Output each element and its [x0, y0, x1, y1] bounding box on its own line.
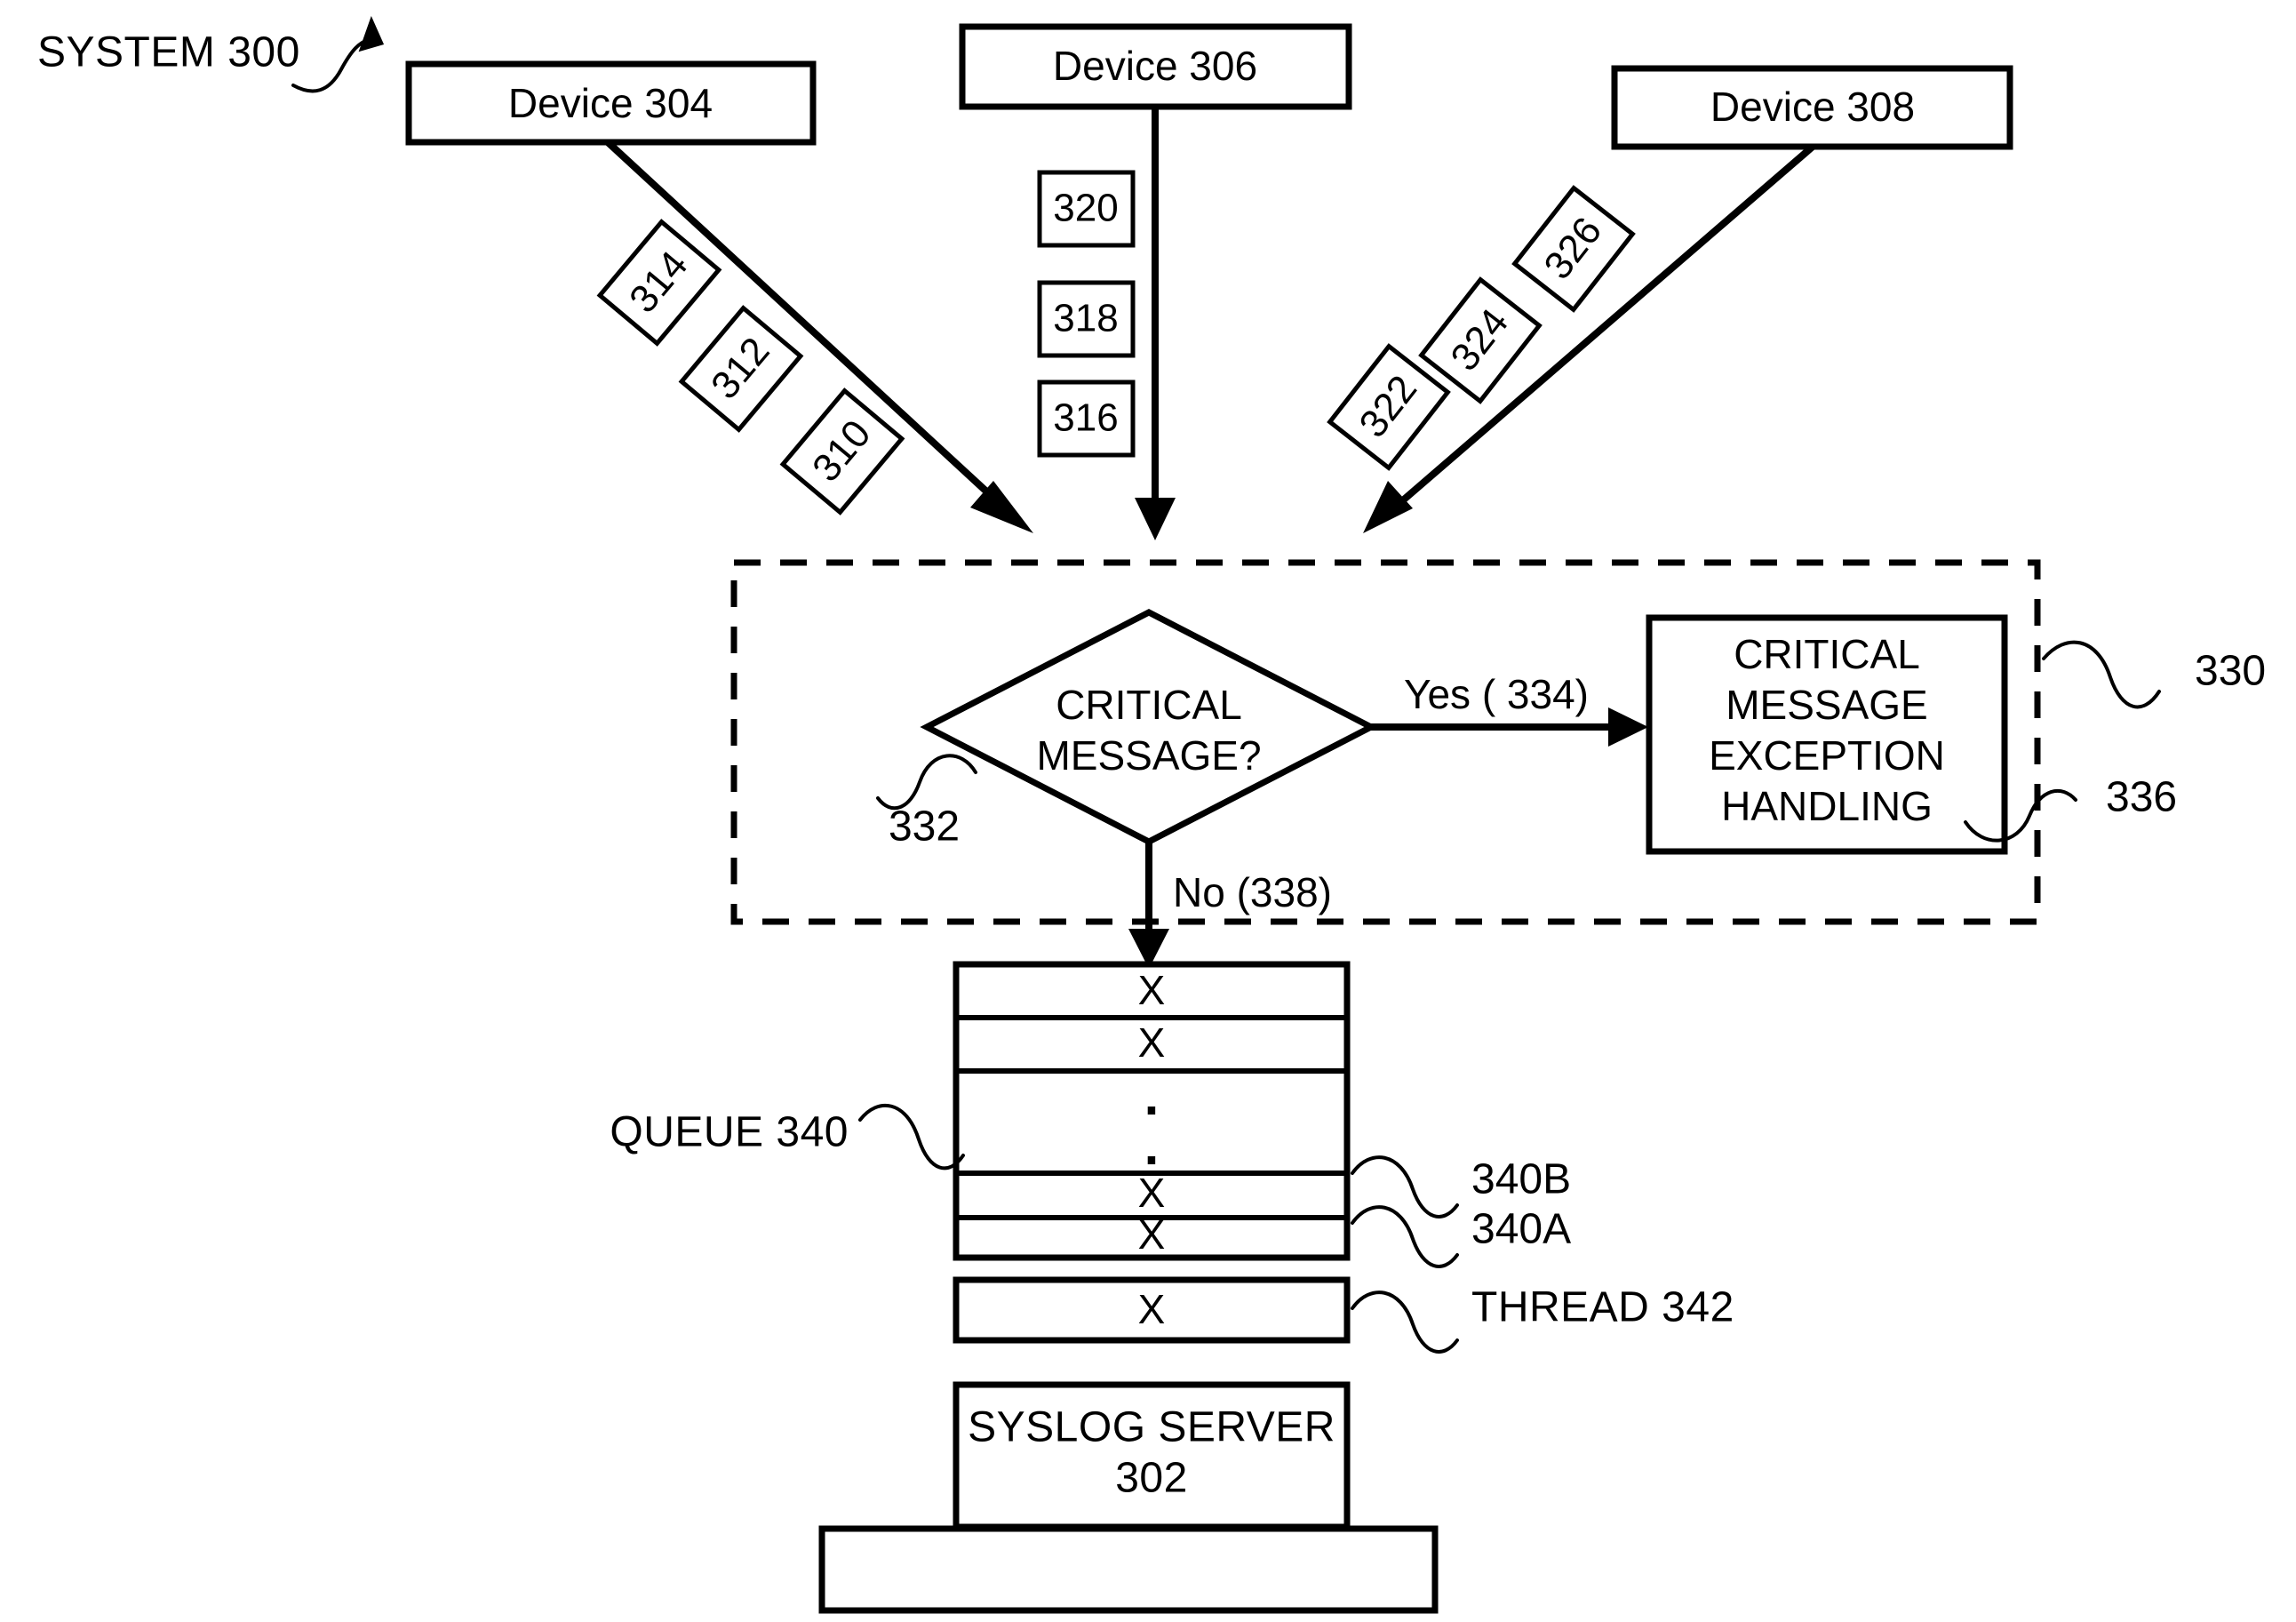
- ref-label-316: 316: [1037, 380, 1136, 458]
- base-plate-box: [818, 1525, 1439, 1614]
- ref-340B-text: 340B: [1471, 1156, 1571, 1203]
- yes-branch-label: Yes ( 334): [1404, 671, 1589, 717]
- base-plate: [818, 1525, 1439, 1614]
- arrow-device-308-head: [1363, 481, 1413, 533]
- ref-340A-text: 340A: [1471, 1206, 1571, 1253]
- ref-label-326: 326: [1511, 185, 1636, 313]
- device-308[interactable]: Device 308: [1611, 65, 2013, 150]
- queue-row-3-mark: X: [1138, 1170, 1166, 1216]
- critical-message-exception-handling[interactable]: CRITICAL MESSAGE EXCEPTION HANDLING: [1646, 614, 2008, 855]
- ref-332-leader: [876, 754, 977, 811]
- queue-row-1-mark: X: [1138, 1019, 1166, 1066]
- figure-canvas: SYSTEM 300 Device 304 Device 306 Device …: [0, 0, 2296, 1622]
- ref-thread-342-leader: [1351, 1290, 1459, 1354]
- title-leader-arrowhead: [358, 15, 385, 52]
- handler-line-2: MESSAGE: [1726, 682, 1928, 728]
- figure-title: SYSTEM 300: [37, 29, 300, 76]
- yes-branch-arrowhead: [1608, 707, 1648, 747]
- queue-label: QUEUE 340: [610, 1109, 849, 1156]
- ref-label-320-text: 320: [1053, 187, 1118, 230]
- handler-line-4: HANDLING: [1721, 783, 1933, 829]
- ref-label-314: 314: [596, 219, 722, 347]
- handler-line-1: CRITICAL: [1734, 631, 1920, 677]
- no-branch-label: No (338): [1173, 869, 1332, 915]
- system-300-diagram: SYSTEM 300 Device 304 Device 306 Device …: [37, 15, 2266, 1614]
- critical-message-decision[interactable]: CRITICAL MESSAGE?: [920, 609, 1378, 845]
- queue-row-0-mark: X: [1138, 967, 1166, 1013]
- ref-330-leader: [2042, 640, 2161, 709]
- ref-332-text: 332: [889, 803, 960, 851]
- title-leader-curve: [291, 37, 371, 93]
- ref-label-318-text: 318: [1053, 297, 1118, 340]
- device-308-label: Device 308: [1710, 84, 1915, 130]
- decision-line-1: CRITICAL: [1056, 682, 1242, 728]
- ref-label-318: 318: [1037, 280, 1136, 358]
- device-304[interactable]: Device 304: [405, 60, 817, 146]
- syslog-server-line-1: SYSLOG SERVER: [968, 1404, 1335, 1451]
- ref-330-text: 330: [2195, 648, 2266, 695]
- queue-340[interactable]: X X . . X X: [953, 961, 1351, 1261]
- queue-row-4-mark: X: [1138, 1211, 1166, 1258]
- decision-line-2: MESSAGE?: [1036, 732, 1261, 779]
- syslog-server-line-2: 302: [1115, 1455, 1188, 1502]
- queue-label-leader: [858, 1104, 965, 1171]
- handler-line-3: EXCEPTION: [1709, 732, 1945, 779]
- ref-label-316-text: 316: [1053, 396, 1118, 440]
- device-306[interactable]: Device 306: [959, 23, 1352, 110]
- ref-label-320: 320: [1037, 170, 1136, 248]
- queue-ellipsis-dot-2: .: [1144, 1116, 1160, 1176]
- ref-label-310: 310: [779, 388, 905, 515]
- device-304-label: Device 304: [508, 80, 713, 126]
- device-306-label: Device 306: [1053, 43, 1257, 89]
- thread-mark: X: [1138, 1286, 1166, 1332]
- ref-336-text: 336: [2106, 774, 2177, 821]
- arrow-device-306-head: [1135, 498, 1176, 540]
- ref-label-312: 312: [678, 305, 804, 433]
- syslog-server-302[interactable]: SYSLOG SERVER 302: [953, 1381, 1351, 1530]
- thread-label: THREAD 342: [1471, 1284, 1734, 1331]
- thread-342[interactable]: X: [953, 1276, 1351, 1344]
